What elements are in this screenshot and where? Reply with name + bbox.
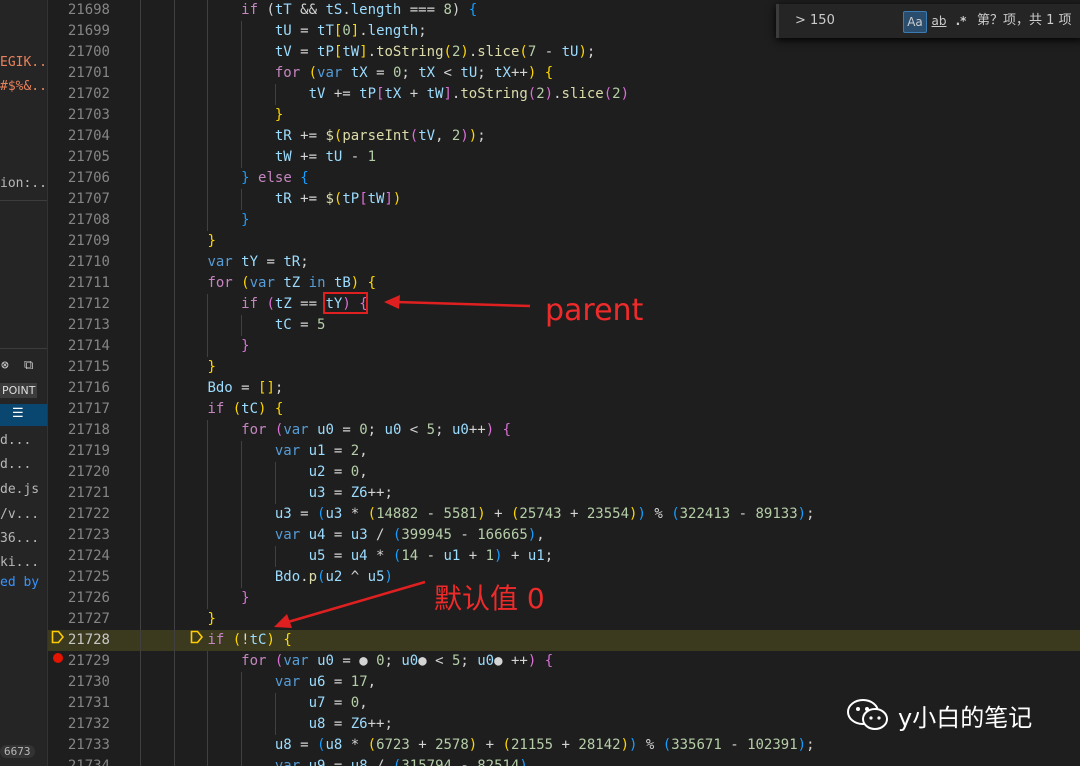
arrow-head <box>274 614 292 628</box>
watermark-text: y小白的笔记 <box>898 703 1033 732</box>
arrow-head <box>384 295 400 309</box>
watermark: y小白的笔记 <box>846 697 1032 733</box>
annotation-parent: parent <box>545 293 644 328</box>
annotation-default-value: 默认值 0 <box>434 582 545 615</box>
arrow-to-condition <box>287 580 426 624</box>
wechat-logo-icon <box>847 699 888 730</box>
annotation-arrows <box>274 295 531 628</box>
arrow-to-parent <box>395 300 531 308</box>
